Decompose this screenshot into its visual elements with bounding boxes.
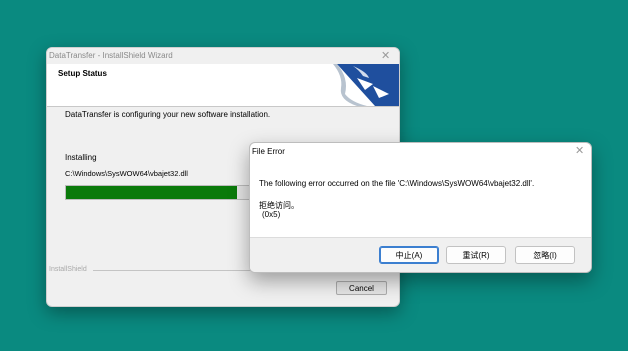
close-icon[interactable]: ✕ (575, 144, 584, 157)
close-icon[interactable]: ✕ (381, 49, 390, 62)
installer-title: DataTransfer - InstallShield Wizard (49, 51, 173, 60)
installshield-logo-icon (333, 64, 399, 106)
progress-fill (66, 186, 238, 199)
installshield-brand-label: InstallShield (49, 266, 87, 273)
install-status-label: Installing (65, 153, 97, 162)
dialog-button-bar: 中止(A) 重试(R) 忽略(I) (250, 237, 591, 272)
file-error-dialog: File Error ✕ The following error occurre… (249, 142, 592, 273)
abort-button[interactable]: 中止(A) (379, 246, 439, 264)
error-code: (0x5) (262, 210, 281, 219)
installer-header: Setup Status (47, 64, 399, 107)
installer-message: DataTransfer is configuring your new sof… (65, 110, 271, 119)
retry-button[interactable]: 重试(R) (446, 246, 506, 264)
dialog-title: File Error (252, 147, 285, 156)
page-title: Setup Status (58, 69, 107, 78)
install-progress-bar (65, 185, 253, 200)
cancel-button[interactable]: Cancel (336, 281, 387, 295)
current-file-path: C:\Windows\SysWOW64\vbajet32.dll (65, 169, 188, 178)
error-message: The following error occurred on the file… (259, 179, 535, 188)
installer-titlebar: DataTransfer - InstallShield Wizard ✕ (47, 48, 399, 64)
ignore-button[interactable]: 忽略(I) (515, 246, 575, 264)
